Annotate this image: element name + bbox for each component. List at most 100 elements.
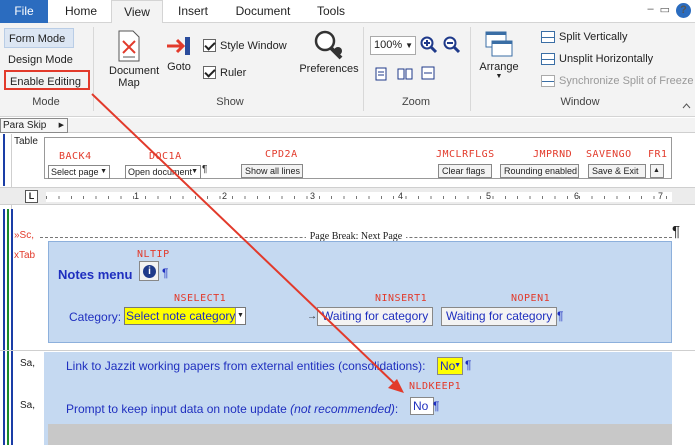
ruler-number: 2 [222,191,228,201]
grey-region [48,424,672,445]
document-toolbar: BACK4 Select page ▼ DOC1A Open document … [44,137,672,179]
chevron-down-icon: ▼ [454,362,461,369]
zoom-out-icon[interactable] [443,36,461,54]
pilcrow-mark: ¶ [202,164,208,175]
arrange-button[interactable]: Arrange ▼ [476,29,522,81]
ruler-number: 5 [486,191,492,201]
keep-input-text: Prompt to keep input data on note update [66,402,287,416]
ribbon-options-icon[interactable]: ▭ [660,3,670,18]
page-width-icon[interactable] [420,65,436,81]
margin-bar [3,134,5,186]
ribbon-tab-bar: File Home View Insert Document Tools – ▭… [0,0,695,24]
document-map-button[interactable]: Document Map [100,29,159,89]
ribbon: Form Mode Design Mode Enable Editing Mod… [0,23,695,117]
preferences-button[interactable]: Preferences [298,29,360,75]
tab-tools[interactable]: Tools [306,0,356,23]
group-separator [93,27,94,111]
synchronize-split-icon [541,75,555,87]
two-pages-icon[interactable] [397,67,413,81]
pilcrow-mark: ¶ [465,358,472,372]
pilcrow-mark: ¶ [162,266,169,280]
margin-label-sc: »Sc, [14,230,35,241]
enable-editing-button[interactable]: Enable Editing [4,70,90,90]
unsplit-horizontally-icon [541,53,555,65]
notes-info-button[interactable]: i [139,261,159,281]
ruler-number: 1 [134,191,140,201]
help-icon[interactable]: ? [676,3,691,18]
pilcrow-mark: ¶ [557,309,564,323]
section-divider [0,350,695,351]
group-separator [363,27,364,111]
chevron-down-icon: ▼ [405,41,413,50]
rounding-enabled-button[interactable]: Rounding enabled [500,164,579,178]
notes-menu-panel: NLTIP Notes menu i ¶ NSELECT1 Category: … [48,241,672,343]
style-window-toggle[interactable]: Style Window [203,39,287,52]
goto-icon [167,37,190,55]
field-code-back4: BACK4 [59,151,92,162]
style-window-checkbox[interactable] [203,39,216,52]
margin-bar [7,209,9,445]
synchronize-split-button: Synchronize Split of Freeze [541,75,694,87]
margin-label-tab: xTab [14,250,36,261]
ruler-number: 3 [310,191,316,201]
triangle-right-icon: ▶ [58,122,64,129]
chevron-down-icon: ▼ [100,168,107,175]
preferences-label: Preferences [299,63,359,75]
goto-button[interactable]: Goto [162,35,196,73]
open-note-button[interactable]: Waiting for category [441,307,558,326]
field-code-jmclrflgs: JMCLRFLGS [436,149,495,160]
unsplit-horizontally-button[interactable]: Unsplit Horizontally [541,53,653,65]
keep-input-question: Prompt to keep input data on note update… [66,402,398,416]
collapse-ribbon-icon[interactable] [682,103,691,109]
unsplit-horizontally-label: Unsplit Horizontally [559,53,654,65]
ruler-checkbox[interactable] [203,66,216,79]
zoom-select[interactable]: 100% ▼ [370,36,416,55]
open-document-dropdown[interactable]: Open document ▼ [125,165,201,179]
clear-flags-button[interactable]: Clear flags [438,164,492,178]
insert-note-button[interactable]: Waiting for category [317,307,434,326]
group-separator [470,27,471,111]
tab-document[interactable]: Document [226,0,300,23]
style-window-label: Style Window [220,39,287,52]
pilcrow-mark: ¶ [433,399,440,413]
window-controls: – ▭ ? [647,3,691,18]
keep-input-note: (not recommended) [290,402,395,416]
tab-home[interactable]: Home [56,0,106,23]
form-mode-button[interactable]: Form Mode [4,28,74,48]
chevron-down-icon: ▼ [191,168,198,175]
show-all-lines-button[interactable]: Show all lines [241,164,303,178]
para-skip-label: Para Skip [3,120,47,131]
tab-view[interactable]: View [111,0,163,24]
category-select[interactable]: Select note category ▼ [124,307,246,325]
minimize-icon[interactable]: – [647,3,653,18]
tab-insert[interactable]: Insert [168,0,218,23]
one-page-icon[interactable] [374,67,388,81]
margin-bar [3,209,5,445]
save-exit-button[interactable]: Save & Exit [588,164,646,178]
margin-label-sa: Sa, [20,400,36,411]
keep-input-field[interactable]: No [410,397,434,415]
split-vertically-icon [541,31,555,43]
tab-stop-marker[interactable]: L [25,190,38,203]
tab-file[interactable]: File [0,0,48,23]
margin-bar [11,209,13,445]
link-jazzit-select[interactable]: No ▼ [437,357,463,375]
document-area[interactable]: Table »Sc, xTab Sa, Sa, BACK4 Select pag… [0,134,695,445]
margin-label-table: Table [14,136,38,147]
para-skip-bar: Para Skip ▶ [0,118,695,133]
category-select-value: Select note category [126,309,236,323]
arrange-icon [485,31,513,57]
tab-arrow-icon: → [307,311,317,322]
zoom-value: 100% [374,39,403,51]
ruler-toggle[interactable]: Ruler [203,66,246,79]
field-code-doc1a: DOC1A [149,151,182,162]
para-skip-button[interactable]: Para Skip ▶ [0,118,68,133]
split-vertically-button[interactable]: Split Vertically [541,31,627,43]
field-code-jmprnd: JMPRND [533,149,573,160]
select-page-dropdown[interactable]: Select page ▼ [48,165,110,179]
field-code-cpd2a: CPD2A [265,149,298,160]
zoom-in-icon[interactable] [420,36,438,54]
scroll-up-button[interactable]: ▲ [650,164,664,178]
info-icon: i [143,265,156,278]
design-mode-button[interactable]: Design Mode [4,50,74,70]
